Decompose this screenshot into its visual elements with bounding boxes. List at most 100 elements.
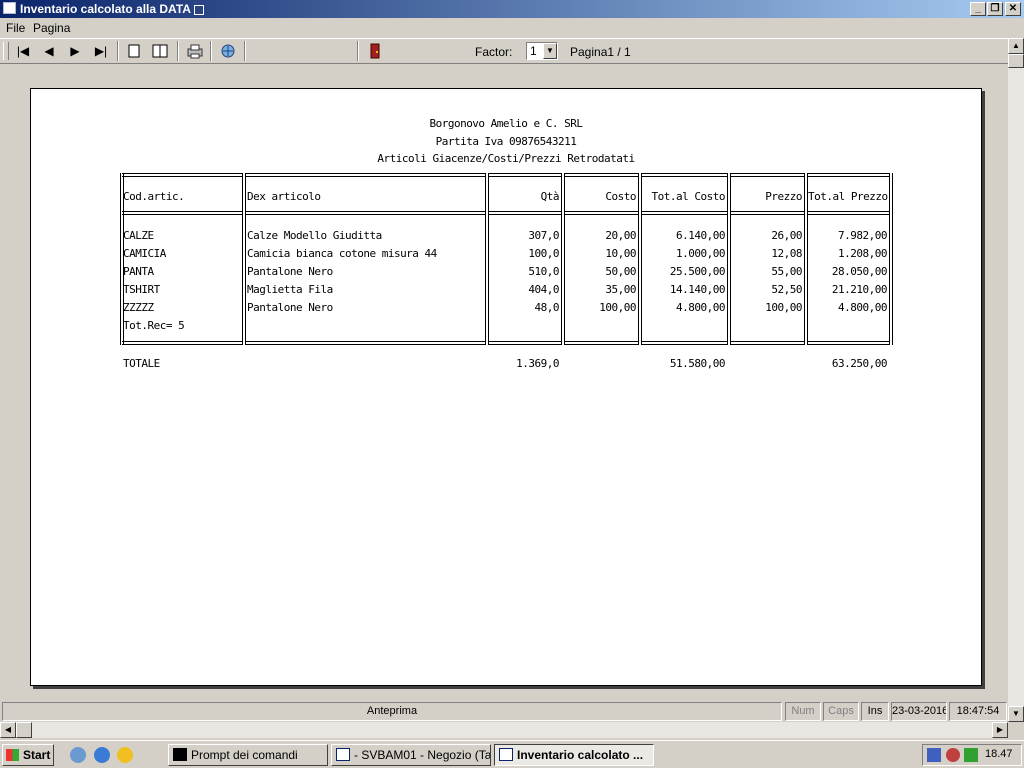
scroll-up-button[interactable]: ▲ [1008, 38, 1024, 54]
toolbar-grip[interactable] [3, 42, 9, 60]
col-header-total-cost: Tot.al Costo [651, 190, 726, 203]
first-page-icon[interactable]: |◀ [12, 41, 34, 61]
door-svg [370, 43, 380, 59]
table-rule [731, 341, 804, 345]
total-qty: 1.369,0 [516, 357, 559, 370]
table-rule [565, 173, 638, 177]
export-icon[interactable] [217, 41, 239, 61]
status-ins: Ins [861, 702, 889, 721]
menu-pagina[interactable]: Pagina [33, 21, 70, 35]
table-cell: 48,0 [534, 301, 560, 314]
next-page-icon[interactable]: ▶ [64, 41, 86, 61]
close-button[interactable]: ✕ [1005, 2, 1021, 16]
task-negozio[interactable]: - SVBAM01 - Negozio (Ta... [331, 744, 491, 766]
table-cell: 52,50 [771, 283, 802, 296]
scroll-left-button[interactable]: ◀ [0, 722, 16, 738]
status-num: Num [785, 702, 821, 721]
h-scroll-thumb[interactable] [16, 722, 32, 738]
tray-clock[interactable]: 18.47 [985, 748, 1013, 760]
table-rule [642, 211, 727, 215]
minimize-button[interactable]: _ [970, 2, 986, 16]
browser-icon[interactable] [94, 747, 110, 763]
last-page-icon[interactable]: ▶| [90, 41, 112, 61]
table-rule [246, 173, 485, 177]
table-cell: 50,00 [605, 265, 636, 278]
toolbar: |◀ ◀ ▶ ▶| Factor: 1 ▼ Pagina1 / 1 [0, 38, 1008, 64]
table-cell: 1.208,00 [838, 247, 887, 260]
table-rule [122, 211, 242, 215]
table-cell: 14.140,00 [669, 283, 726, 296]
task-command-prompt[interactable]: Prompt dei comandi [168, 744, 328, 766]
toolbar-separator [244, 41, 246, 61]
printer-svg [187, 44, 203, 59]
start-button[interactable]: Start [2, 744, 54, 766]
toolbar-separator [117, 41, 119, 61]
table-cell: 4.800,00 [838, 301, 887, 314]
tray-app-icon[interactable] [946, 748, 960, 762]
menu-file[interactable]: File [6, 21, 25, 35]
factor-label: Factor: [475, 45, 513, 59]
export-svg [221, 44, 235, 58]
window-title-text: Inventario calcolato alla DATA [20, 2, 191, 16]
table-rule [731, 211, 804, 215]
table-cell: 7.982,00 [838, 229, 887, 242]
table-rule [808, 341, 889, 345]
print-icon[interactable] [184, 41, 206, 61]
table-cell: Pantalone Nero [247, 265, 333, 278]
two-pages-icon[interactable] [149, 41, 171, 61]
preview-area: Borgonovo Amelio e C. SRL Partita Iva 09… [0, 64, 1008, 700]
table-cell: 28.050,00 [831, 265, 888, 278]
tray-status-icon[interactable] [964, 748, 978, 762]
media-player-icon[interactable] [117, 747, 133, 763]
horizontal-scrollbar[interactable]: ◀ ▶ [0, 722, 1008, 738]
table-cell: 404,0 [528, 283, 559, 296]
table-rule [565, 341, 638, 345]
table-cell: 35,00 [605, 283, 636, 296]
toolbar-separator [357, 41, 359, 61]
status-bar: Anteprima Num Caps Ins 23-03-2016 18:47:… [0, 700, 1024, 722]
table-cell: 100,00 [765, 301, 802, 314]
vat-number: Partita Iva 09876543211 [435, 135, 577, 148]
task-label: Inventario calcolato ... [517, 748, 644, 762]
col-header-total-price: Tot.al Prezzo [808, 190, 888, 203]
vertical-scrollbar[interactable]: ▲ ▼ [1008, 38, 1024, 722]
status-date: 23-03-2016 [891, 702, 947, 721]
exit-door-icon[interactable] [364, 41, 386, 61]
status-caps: Caps [823, 702, 859, 721]
col-header-cost: Costo [605, 190, 636, 203]
table-rule [808, 173, 889, 177]
table-cell: Camicia bianca cotone misura 44 [247, 247, 437, 260]
table-cell: 55,00 [771, 265, 802, 278]
table-cell: TSHIRT [123, 283, 160, 296]
single-page-icon[interactable] [123, 41, 145, 61]
table-cell: CALZE [123, 229, 154, 242]
title-square-icon [193, 4, 204, 15]
network-icon[interactable] [927, 748, 941, 762]
table-rule [122, 173, 242, 177]
table-rule [731, 173, 804, 177]
table-cell: 510,0 [528, 265, 559, 278]
page-indicator: Pagina1 / 1 [570, 45, 631, 59]
title-bar[interactable]: Inventario calcolato alla DATA _ ❐ ✕ [0, 0, 1024, 18]
table-cell: CAMICIA [123, 247, 166, 260]
single-page-svg [128, 44, 140, 58]
toolbar-separator [210, 41, 212, 61]
total-price: 63.250,00 [831, 357, 888, 370]
status-time: 18:47:54 [949, 702, 1007, 721]
previous-page-icon[interactable]: ◀ [38, 41, 60, 61]
restore-button[interactable]: ❐ [987, 2, 1003, 16]
menu-bar: File Pagina [0, 19, 1024, 37]
factor-dropdown[interactable]: 1 ▼ [526, 42, 558, 60]
scroll-thumb[interactable] [1008, 54, 1024, 68]
toolbar-separator [177, 41, 179, 61]
table-rule [122, 341, 242, 345]
show-desktop-icon[interactable] [70, 747, 86, 763]
table-rule [808, 211, 889, 215]
task-inventario[interactable]: Inventario calcolato ... [494, 744, 654, 766]
scroll-right-button[interactable]: ▶ [992, 722, 1008, 738]
table-border [242, 173, 246, 345]
table-cell: Pantalone Nero [247, 301, 333, 314]
windows-logo-icon [6, 749, 19, 761]
totals-label: TOTALE [123, 357, 160, 370]
chevron-down-icon[interactable]: ▼ [543, 43, 557, 59]
